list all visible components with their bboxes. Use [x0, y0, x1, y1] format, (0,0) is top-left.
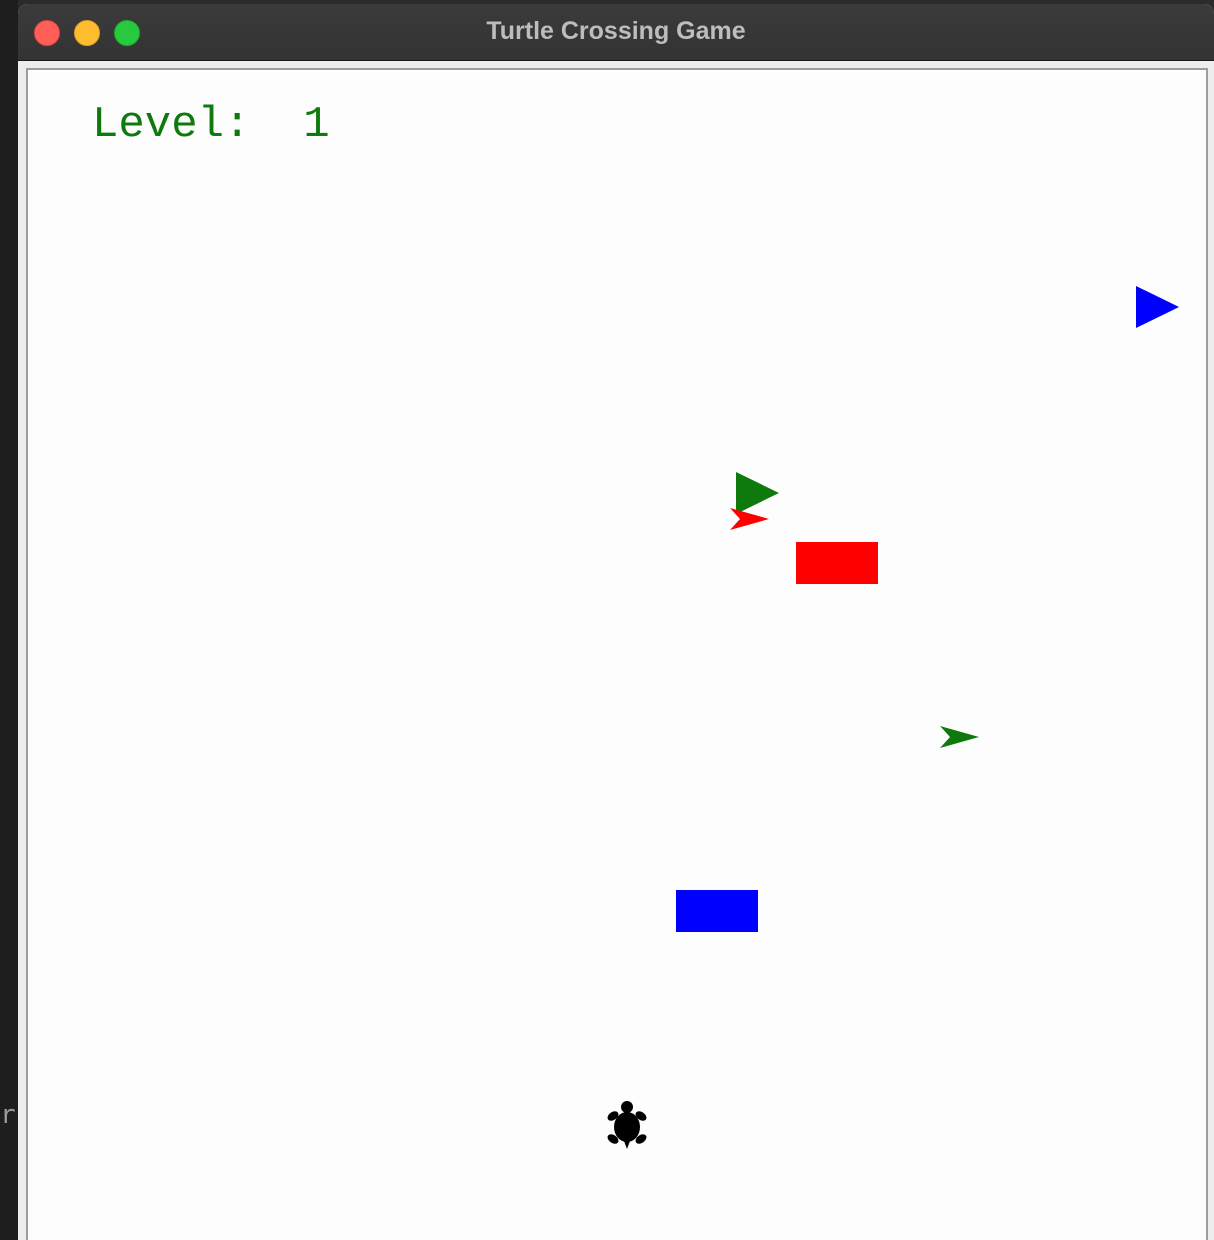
game-canvas[interactable]: Level: 1 — [26, 68, 1208, 1240]
car-green-arrow — [940, 726, 979, 748]
car-green-triangle — [736, 472, 779, 514]
car-blue-triangle — [1136, 286, 1179, 328]
turtle-player — [607, 1101, 647, 1149]
car-red-block — [796, 542, 878, 584]
title-bar[interactable]: Turtle Crossing Game — [18, 4, 1214, 61]
car-blue-block — [676, 890, 758, 932]
game-scene — [607, 286, 1179, 1149]
background-text-fragment: r — [0, 1100, 16, 1130]
window-title: Turtle Crossing Game — [486, 17, 746, 45]
background-terminal-strip: r — [0, 0, 18, 1240]
car-red-arrow — [730, 508, 769, 530]
game-window: Turtle Crossing Game Level: 1 — [18, 4, 1214, 1240]
